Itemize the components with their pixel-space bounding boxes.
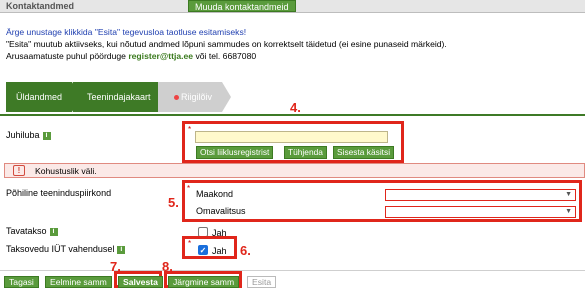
tab-arrow — [222, 82, 231, 112]
county-select[interactable]: ▼ — [385, 189, 576, 201]
tab-uldandmed[interactable]: Üldandmed — [6, 82, 72, 112]
juhiluba-label-text: Juhiluba — [6, 130, 40, 140]
clear-button[interactable]: Tühjenda — [284, 146, 327, 159]
save-button[interactable]: Salvesta — [118, 276, 163, 288]
previous-step-button[interactable]: Eelmine samm — [45, 276, 112, 288]
error-message: Kohustuslik väli. — [35, 166, 97, 176]
juhiluba-label: Juhiluba i — [6, 130, 51, 140]
next-step-button[interactable]: Järgmine samm — [168, 276, 240, 288]
chevron-down-icon: ▼ — [565, 208, 572, 215]
marker-5: 5. — [168, 195, 179, 210]
warning-icon: ! — [13, 165, 25, 176]
search-registry-button[interactable]: Otsi liiklusregistrist — [196, 146, 274, 159]
tab-riigiloiv[interactable]: Riigilõiv — [158, 82, 222, 112]
area-label: Põhiline teeninduspiirkond — [6, 188, 112, 198]
contact-title: Kontaktandmed — [6, 1, 75, 11]
tab-riigiloiv-label: Riigilõiv — [181, 92, 213, 102]
info-icon[interactable]: i — [42, 131, 51, 140]
contact-prefix: Arusaamatuste puhul pöörduge — [6, 51, 126, 61]
contact-header: Kontaktandmed Muuda kontaktandmeid — [0, 0, 585, 13]
back-button[interactable]: Tagasi — [4, 276, 39, 288]
municipality-label: Omavalitsus — [196, 206, 246, 216]
taksovedu-label-text: Taksovedu IÜT vahendusel — [6, 244, 115, 254]
marker-6: 6. — [240, 243, 251, 258]
required-mark: * — [188, 125, 192, 134]
tavatakso-label: Tavatakso i — [6, 226, 58, 236]
required-mark: * — [188, 239, 192, 248]
error-banner: ! Kohustuslik väli. — [4, 163, 585, 178]
tab-teenindajakaart[interactable]: Teenindajakaart — [73, 82, 159, 112]
marker-4: 4. — [290, 100, 301, 115]
contact-suffix: või tel. 6687080 — [195, 51, 257, 61]
info-icon[interactable]: i — [49, 227, 58, 236]
municipality-select[interactable]: ▼ — [385, 206, 576, 218]
required-mark: * — [187, 184, 191, 193]
edit-contact-button[interactable]: Muuda kontaktandmeid — [188, 0, 296, 12]
bottom-separator — [0, 270, 585, 271]
taksovedu-label: Taksovedu IÜT vahendusel i — [6, 244, 126, 254]
warning-dot-icon — [174, 95, 179, 101]
county-label: Maakond — [196, 189, 234, 199]
manual-entry-button[interactable]: Sisesta käsitsi — [333, 146, 395, 159]
email-link[interactable]: register@ttja.ee — [128, 51, 193, 61]
submit-button[interactable]: Esita — [247, 276, 277, 288]
submit-reminder: Ärge unustage klikkida "Esita" tegevuslo… — [6, 27, 247, 37]
chevron-down-icon: ▼ — [565, 191, 572, 198]
submit-info: "Esita" muutub aktiivseks, kui nõutud an… — [6, 39, 447, 49]
taksovedu-checkbox[interactable]: ✓ — [198, 245, 208, 255]
info-icon[interactable]: i — [117, 245, 126, 254]
juhiluba-input[interactable] — [195, 131, 388, 143]
taksovedu-yes-label: Jah — [212, 246, 227, 256]
tavatakso-label-text: Tavatakso — [6, 226, 47, 236]
contact-info: Arusaamatuste puhul pöörduge register@tt… — [6, 51, 256, 62]
